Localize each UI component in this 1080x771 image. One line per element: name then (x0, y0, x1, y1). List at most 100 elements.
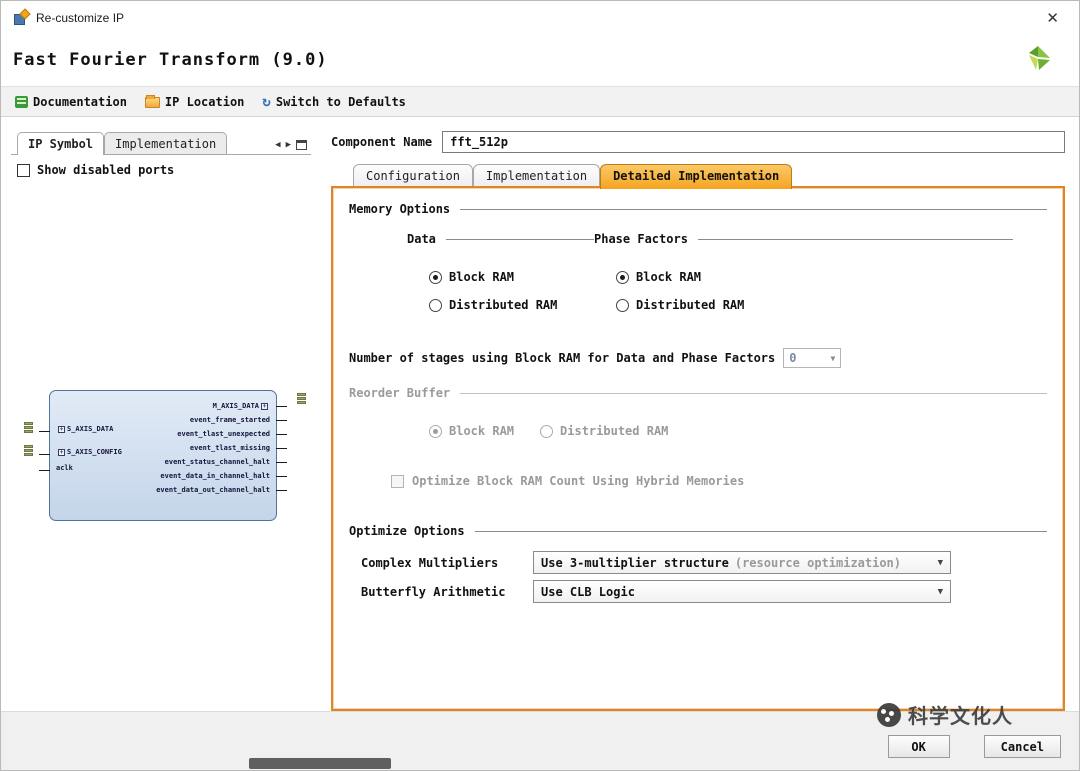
port-m-axis-data[interactable]: M_AXIS_DATA+ (156, 399, 270, 413)
chevron-down-icon: ▼ (830, 354, 835, 363)
titlebar: Re-customize IP ✕ (1, 1, 1079, 34)
ip-symbol-canvas: M_AXIS_DATA+ event_frame_started event_t… (11, 185, 311, 711)
detailed-implementation-panel: Memory Options Data Block RAM Distribute… (331, 186, 1065, 711)
port-event-tlast-unexpected[interactable]: event_tlast_unexpected (156, 427, 270, 441)
phase-distributed-ram-option[interactable]: Distributed RAM (616, 298, 1013, 312)
ip-symbol-block: M_AXIS_DATA+ event_frame_started event_t… (49, 390, 277, 521)
right-panel: Component Name Configuration Implementat… (331, 118, 1065, 711)
s-axis-config-bus-icon (24, 445, 33, 457)
port-event-tlast-missing[interactable]: event_tlast_missing (156, 441, 270, 455)
butterfly-arithmetic-label: Butterfly Arithmetic (361, 585, 533, 599)
phase-factors-group: Phase Factors Block RAM Distributed RAM (594, 232, 1047, 312)
ok-button[interactable]: OK (888, 735, 950, 758)
folder-icon (145, 97, 160, 108)
xilinx-logo (1023, 43, 1053, 77)
stages-row: Number of stages using Block RAM for Dat… (349, 348, 1047, 368)
dialog-body: IP Symbol Implementation ◀ ▶ Show disabl… (1, 118, 1079, 711)
config-tabstrip: Configuration Implementation Detailed Im… (353, 164, 1065, 186)
documentation-icon (15, 96, 28, 108)
cancel-button[interactable]: Cancel (984, 735, 1061, 758)
port-s-axis-data[interactable]: +S_AXIS_DATA (56, 425, 113, 433)
chevron-down-icon: ▼ (930, 558, 943, 568)
stages-dropdown[interactable]: 0 ▼ (783, 348, 841, 368)
data-distributed-ram-option[interactable]: Distributed RAM (429, 298, 594, 312)
memory-options-heading: Memory Options (349, 202, 1047, 216)
reorder-buffer-options: Block RAM Distributed RAM (429, 424, 1047, 438)
close-icon[interactable]: ✕ (1038, 7, 1067, 29)
right-ports: M_AXIS_DATA+ event_frame_started event_t… (156, 399, 270, 497)
stages-label: Number of stages using Block RAM for Dat… (349, 351, 775, 365)
port-stub (39, 454, 50, 455)
documentation-button[interactable]: Documentation (9, 92, 133, 112)
component-name-row: Component Name (331, 131, 1065, 153)
port-s-axis-config[interactable]: +S_AXIS_CONFIG (56, 448, 122, 456)
radio-disabled-selected-icon (429, 425, 442, 438)
complex-multipliers-label: Complex Multipliers (361, 556, 533, 570)
port-event-data-out-channel-halt[interactable]: event_data_out_channel_halt (156, 483, 270, 497)
float-panel-icon[interactable] (296, 140, 307, 150)
complex-multipliers-value: Use 3-multiplier structure (541, 556, 729, 570)
port-stub (39, 470, 50, 471)
expand-icon[interactable]: + (261, 403, 268, 410)
tab-implementation[interactable]: Implementation (473, 164, 600, 186)
hybrid-memories-checkbox (391, 475, 404, 488)
memory-columns: Data Block RAM Distributed RAM Phase Fac… (407, 232, 1047, 312)
data-block-ram-option[interactable]: Block RAM (429, 270, 594, 284)
data-heading: Data (407, 232, 594, 246)
tab-scroll-left-icon[interactable]: ◀ (275, 140, 280, 150)
chevron-down-icon: ▼ (930, 587, 943, 597)
reorder-distributed-ram-option: Distributed RAM (540, 424, 668, 438)
expand-icon[interactable]: + (58, 449, 65, 456)
ip-location-button[interactable]: IP Location (139, 92, 250, 112)
page-title: Fast Fourier Transform (9.0) (13, 50, 328, 70)
optimize-options-heading: Optimize Options (349, 524, 1047, 538)
watermark-text: 科学文化人 (908, 700, 1013, 729)
radio-selected-icon[interactable] (429, 271, 442, 284)
footer-buttons: OK Cancel (888, 735, 1061, 758)
tab-pager: ◀ ▶ (275, 140, 307, 150)
toolbar: Documentation IP Location ↻ Switch to De… (1, 86, 1079, 117)
header: Fast Fourier Transform (9.0) (1, 34, 1079, 86)
port-stub (39, 431, 50, 432)
m-axis-bus-icon (297, 393, 306, 405)
left-panel: IP Symbol Implementation ◀ ▶ Show disabl… (11, 118, 311, 711)
radio-selected-icon[interactable] (616, 271, 629, 284)
tab-detailed-implementation[interactable]: Detailed Implementation (600, 164, 792, 189)
component-name-input[interactable] (442, 131, 1065, 153)
data-group: Data Block RAM Distributed RAM (407, 232, 594, 312)
tab-scroll-right-icon[interactable]: ▶ (286, 140, 291, 150)
phase-block-ram-option[interactable]: Block RAM (616, 270, 1013, 284)
show-disabled-ports-label: Show disabled ports (37, 163, 174, 177)
recustomize-ip-dialog: Re-customize IP ✕ Fast Fourier Transform… (0, 0, 1080, 771)
tab-ip-symbol[interactable]: IP Symbol (17, 132, 104, 155)
complex-multipliers-hint: (resource optimization) (735, 556, 901, 570)
butterfly-arithmetic-value: Use CLB Logic (541, 585, 635, 599)
tab-configuration[interactable]: Configuration (353, 164, 473, 186)
stages-value: 0 (789, 351, 796, 365)
radio-icon[interactable] (429, 299, 442, 312)
ip-location-label: IP Location (165, 95, 244, 109)
s-axis-data-bus-icon (24, 422, 33, 434)
switch-to-defaults-button[interactable]: ↻ Switch to Defaults (256, 92, 411, 112)
port-event-data-in-channel-halt[interactable]: event_data_in_channel_halt (156, 469, 270, 483)
expand-icon[interactable]: + (58, 426, 65, 433)
port-aclk[interactable]: aclk (56, 464, 73, 472)
radio-icon[interactable] (616, 299, 629, 312)
complex-multipliers-dropdown[interactable]: Use 3-multiplier structure (resource opt… (533, 551, 951, 574)
watermark: 科学文化人 (877, 700, 1013, 729)
refresh-icon: ↻ (262, 96, 270, 108)
hybrid-memories-label: Optimize Block RAM Count Using Hybrid Me… (412, 474, 744, 488)
show-disabled-ports-checkbox[interactable] (17, 164, 30, 177)
tab-implementation-left[interactable]: Implementation (104, 132, 227, 154)
watermark-logo-icon (877, 703, 901, 727)
butterfly-arithmetic-dropdown[interactable]: Use CLB Logic ▼ (533, 580, 951, 603)
switch-to-defaults-label: Switch to Defaults (276, 95, 406, 109)
ip-customizer-icon (13, 10, 29, 26)
show-disabled-ports-row[interactable]: Show disabled ports (11, 155, 311, 185)
port-event-frame-started[interactable]: event_frame_started (156, 413, 270, 427)
port-event-status-channel-halt[interactable]: event_status_channel_halt (156, 455, 270, 469)
background-window-artifact (249, 758, 391, 769)
window-title: Re-customize IP (36, 11, 124, 25)
left-panel-tabstrip: IP Symbol Implementation ◀ ▶ (11, 132, 311, 155)
documentation-label: Documentation (33, 95, 127, 109)
